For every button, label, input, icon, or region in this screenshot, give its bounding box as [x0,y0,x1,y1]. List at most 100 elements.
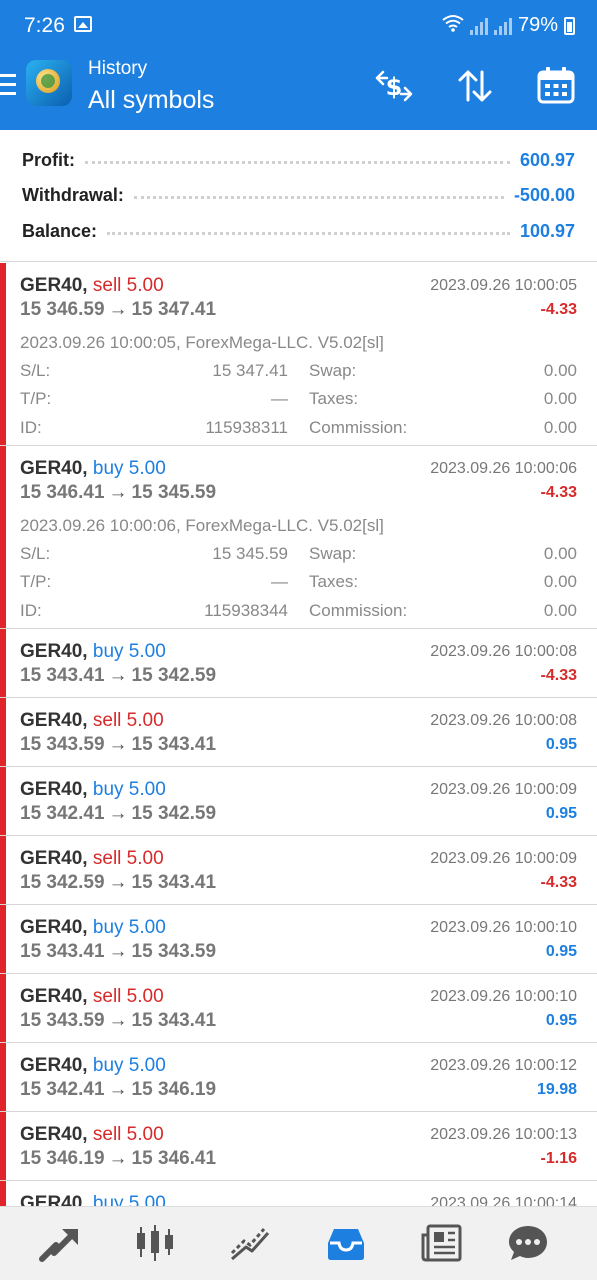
calendar-icon[interactable] [536,66,576,106]
deal-profit: -4.33 [540,301,577,318]
deal-profit: 0.95 [545,1012,577,1029]
tp-value: — [271,572,288,591]
deal-row[interactable]: GER40, buy 5.00 2023.09.26 10:00:10 15 343… [0,905,597,974]
deal-row[interactable]: GER40, sell 5.00 2023.09.26 10:00:13 15 34… [0,1112,597,1181]
deal-prices: 15 343.59 → 15 343.41 [20,734,216,756]
deal-prices: 15 346.41 → 15 345.59 [20,482,216,504]
deal-title: GER40, buy 5.00 [20,779,166,801]
open-price: 15 343.59 [20,734,105,755]
deal-row[interactable]: GER40, sell 5.00 2023.09.26 10:00:05 15 34… [0,263,597,446]
open-price: 15 343.59 [20,1010,105,1031]
signal-icon-2 [493,17,512,35]
deal-side: sell 5.00 [92,1124,164,1145]
menu-icon[interactable] [0,74,16,96]
trade-icon[interactable] [38,1223,82,1263]
deal-side: sell 5.00 [92,986,164,1007]
page-title[interactable]: All symbols [88,86,214,115]
sl-value: 15 347.41 [212,361,288,380]
dollar-filter-icon[interactable]: $ [373,66,413,106]
deal-side: buy 5.00 [92,917,166,938]
open-price: 15 342.41 [20,1079,105,1100]
deal-title: GER40, sell 5.00 [20,848,164,870]
close-price: 15 342.59 [131,803,217,824]
deal-profit: -4.33 [540,667,577,684]
deal-row[interactable]: GER40, buy 5.00 2023.09.26 10:00:12 15 342… [0,1043,597,1112]
deal-title: GER40, buy 5.00 [20,917,166,939]
deal-side: sell 5.00 [92,275,164,296]
arrow-icon: → [108,1079,128,1100]
deal-profit: -4.33 [540,874,577,891]
page-subtitle: History [88,58,148,79]
deal-time: 2023.09.26 10:00:09 [430,781,577,798]
deal-time: 2023.09.26 10:00:10 [430,988,577,1005]
trend-icon[interactable] [228,1223,272,1263]
deal-symbol: GER40, [20,1124,88,1145]
balance-value: 100.97 [519,220,575,241]
commission-value: 0.00 [543,601,577,620]
deal-prices: 15 343.59 → 15 343.41 [20,1010,216,1032]
withdrawal-value: -500.00 [513,184,575,205]
deal-title: GER40, buy 5.00 [20,458,166,480]
status-indicators: 79% [442,14,575,37]
tp-value: — [271,389,288,408]
close-price: 15 346.19 [131,1079,217,1100]
commission-label: Commission: [309,601,408,620]
profit-row: Profit: 600.97 [22,148,575,172]
deal-side: sell 5.00 [92,848,164,869]
svg-text:$: $ [386,73,403,101]
arrow-icon: → [108,482,128,503]
deal-row[interactable]: GER40, sell 5.00 2023.09.26 10:00:09 15 34… [0,836,597,905]
deal-prices: 15 342.59 → 15 343.41 [20,872,216,894]
deal-row[interactable]: GER40, buy 5.00 2023.09.26 10:00:08 15 343… [0,629,597,698]
swap-value: 0.00 [543,544,577,563]
dotted-leader [85,160,510,164]
chat-icon[interactable] [506,1223,550,1263]
open-price: 15 342.59 [20,872,105,893]
sort-icon[interactable] [455,66,495,106]
dotted-leader [107,231,510,235]
profit-label: Profit: [22,149,75,170]
deal-time: 2023.09.26 10:00:09 [430,850,577,867]
deal-row[interactable]: GER40, sell 5.00 2023.09.26 10:00:08 15 34… [0,698,597,767]
taxes-label: Taxes: [309,389,359,408]
history-inbox-icon[interactable] [324,1223,368,1263]
deal-time: 2023.09.26 10:00:06 [430,460,577,477]
close-price: 15 347.41 [131,299,217,320]
deal-symbol: GER40, [20,986,88,1007]
balance-label: Balance: [22,220,98,241]
id-label: ID: [20,418,42,437]
deal-title: GER40, buy 5.00 [20,641,166,663]
close-price: 15 343.41 [131,1010,217,1031]
open-price: 15 343.41 [20,665,105,686]
id-value: 115938344 [204,601,288,620]
swap-label: Swap: [309,544,357,563]
deal-profit: 0.95 [545,805,577,822]
arrow-icon: → [108,734,128,755]
profit-value: 600.97 [519,149,575,170]
deal-prices: 15 343.41 → 15 343.59 [20,941,216,963]
deal-prices: 15 342.41 → 15 342.59 [20,803,216,825]
news-icon[interactable] [420,1223,464,1263]
deal-row[interactable]: GER40, buy 5.00 2023.09.26 10:00:09 15 342… [0,767,597,836]
deal-title: GER40, buy 5.00 [20,1193,166,1206]
commission-value: 0.00 [543,418,577,437]
sl-label: S/L: [20,361,51,380]
deal-side: sell 5.00 [92,710,164,731]
deal-symbol: GER40, [20,1193,88,1206]
open-price: 15 346.59 [20,299,105,320]
deal-time: 2023.09.26 10:00:14 [430,1195,577,1206]
sl-value: 15 345.59 [212,544,288,563]
deal-list[interactable]: GER40, sell 5.00 2023.09.26 10:00:05 15 34… [0,263,597,1206]
deal-row[interactable]: GER40, buy 5.00 2023.09.26 10:00:14 [0,1181,597,1206]
signal-icon [469,17,488,35]
deal-row[interactable]: GER40, buy 5.00 2023.09.26 10:00:06 15 346… [0,446,597,629]
deal-prices: 15 342.41 → 15 346.19 [20,1079,216,1101]
deal-row[interactable]: GER40, sell 5.00 2023.09.26 10:00:10 15 34… [0,974,597,1043]
close-price: 15 343.59 [131,941,217,962]
sl-label: S/L: [20,544,51,563]
deal-symbol: GER40, [20,275,88,296]
taxes-value: 0.00 [543,389,577,408]
arrow-icon: → [108,299,128,320]
chart-candles-icon[interactable] [133,1223,177,1263]
tp-label: T/P: [20,389,52,408]
